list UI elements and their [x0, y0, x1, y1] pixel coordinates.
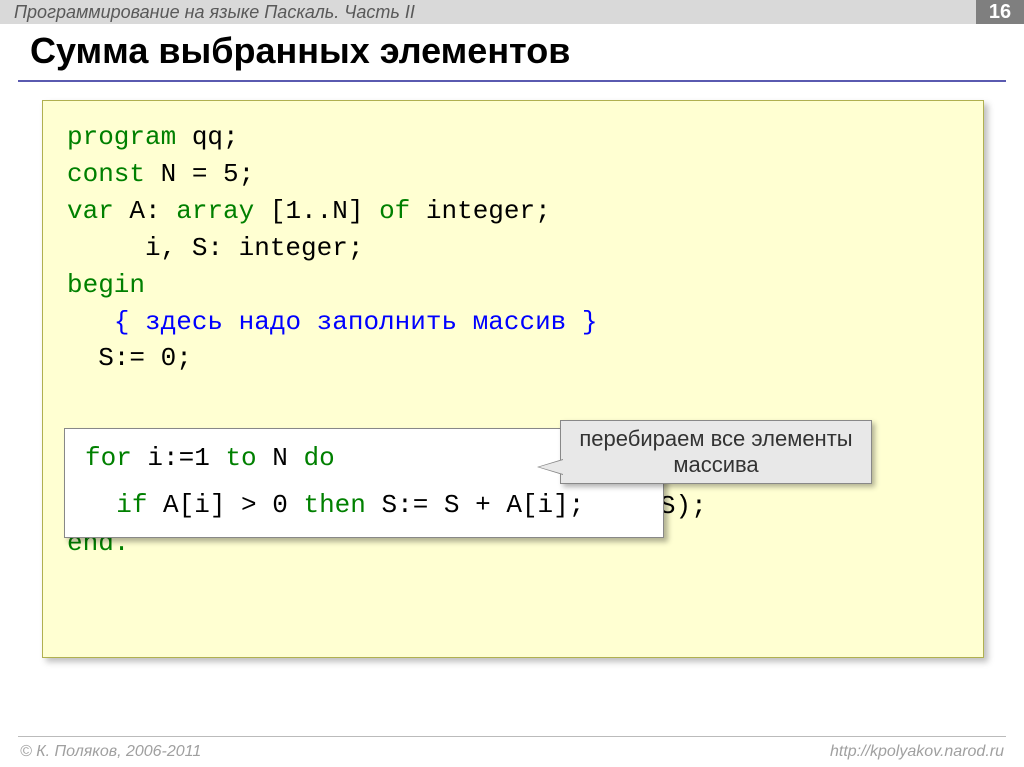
code-line: program qq;	[67, 119, 959, 156]
footer-url: http://kpolyakov.narod.ru	[830, 743, 1004, 761]
slide-title: Сумма выбранных элементов	[30, 30, 570, 72]
code-line: { здесь надо заполнить массив }	[67, 304, 959, 341]
code-box: program qq; const N = 5; var A: array [1…	[42, 100, 984, 658]
callout-box: перебираем все элементы массива	[560, 420, 872, 484]
code-line: begin	[67, 267, 959, 304]
title-underline	[18, 80, 1006, 82]
code-line: if A[i] > 0 then S:= S + A[i];	[85, 482, 643, 529]
slide: Программирование на языке Паскаль. Часть…	[0, 0, 1024, 767]
page-number: 16	[976, 0, 1024, 24]
code-line: var A: array [1..N] of integer;	[67, 193, 959, 230]
footer-copyright: © К. Поляков, 2006-2011	[20, 743, 201, 761]
code-line: S:= 0;	[67, 340, 959, 377]
code-line: const N = 5;	[67, 156, 959, 193]
code-line	[67, 377, 959, 414]
header-bar: Программирование на языке Паскаль. Часть…	[0, 0, 1024, 24]
code-line: i, S: integer;	[67, 230, 959, 267]
footer-line	[18, 736, 1006, 737]
header-title: Программирование на языке Паскаль. Часть…	[14, 2, 415, 23]
callout-text: перебираем все элементы массива	[561, 426, 871, 479]
